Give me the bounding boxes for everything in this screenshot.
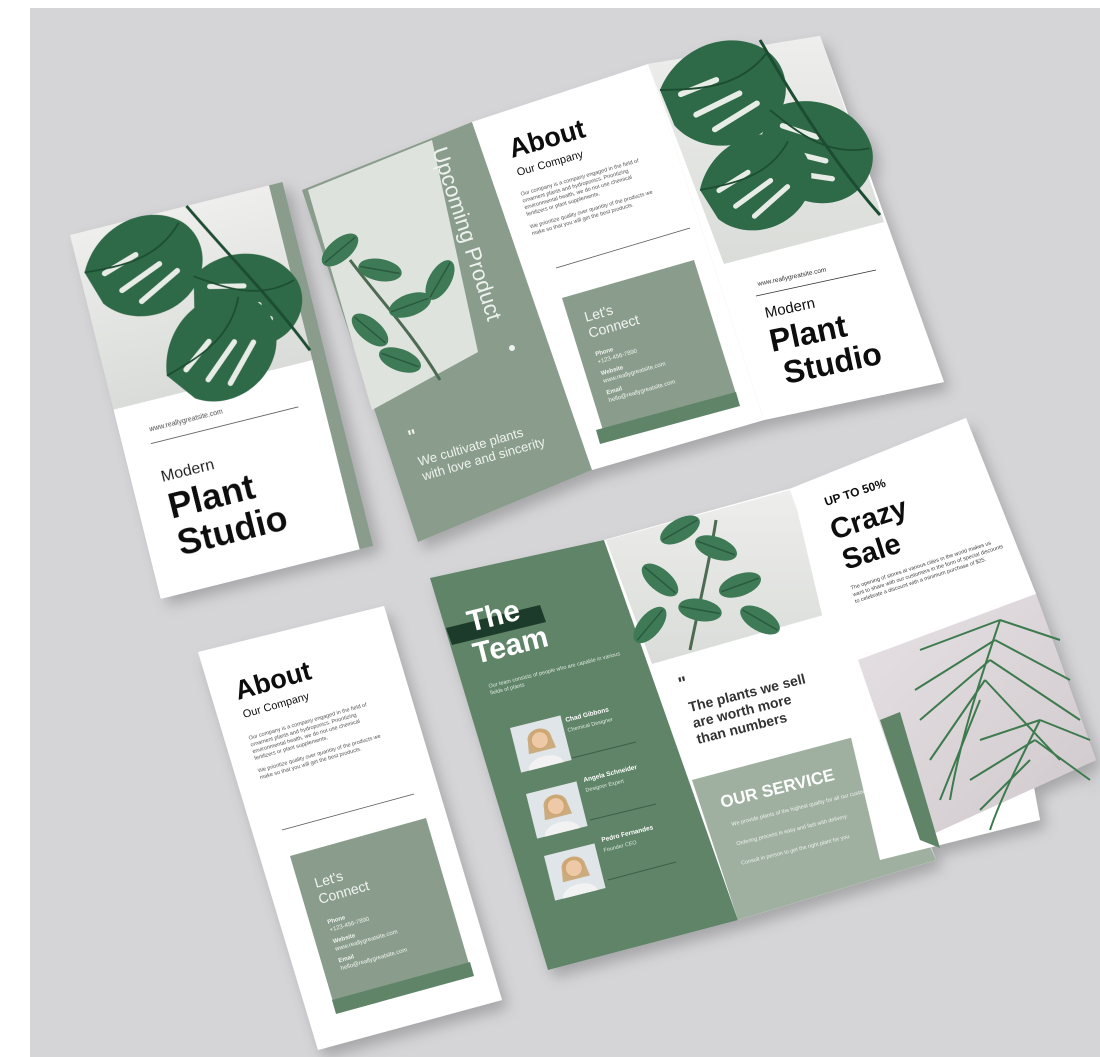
- mockup-canvas: www.reallygreatsite.com Modern Plant Stu…: [0, 0, 1100, 1057]
- brochure-mockup-scene: www.reallygreatsite.com Modern Plant Stu…: [0, 0, 1100, 1057]
